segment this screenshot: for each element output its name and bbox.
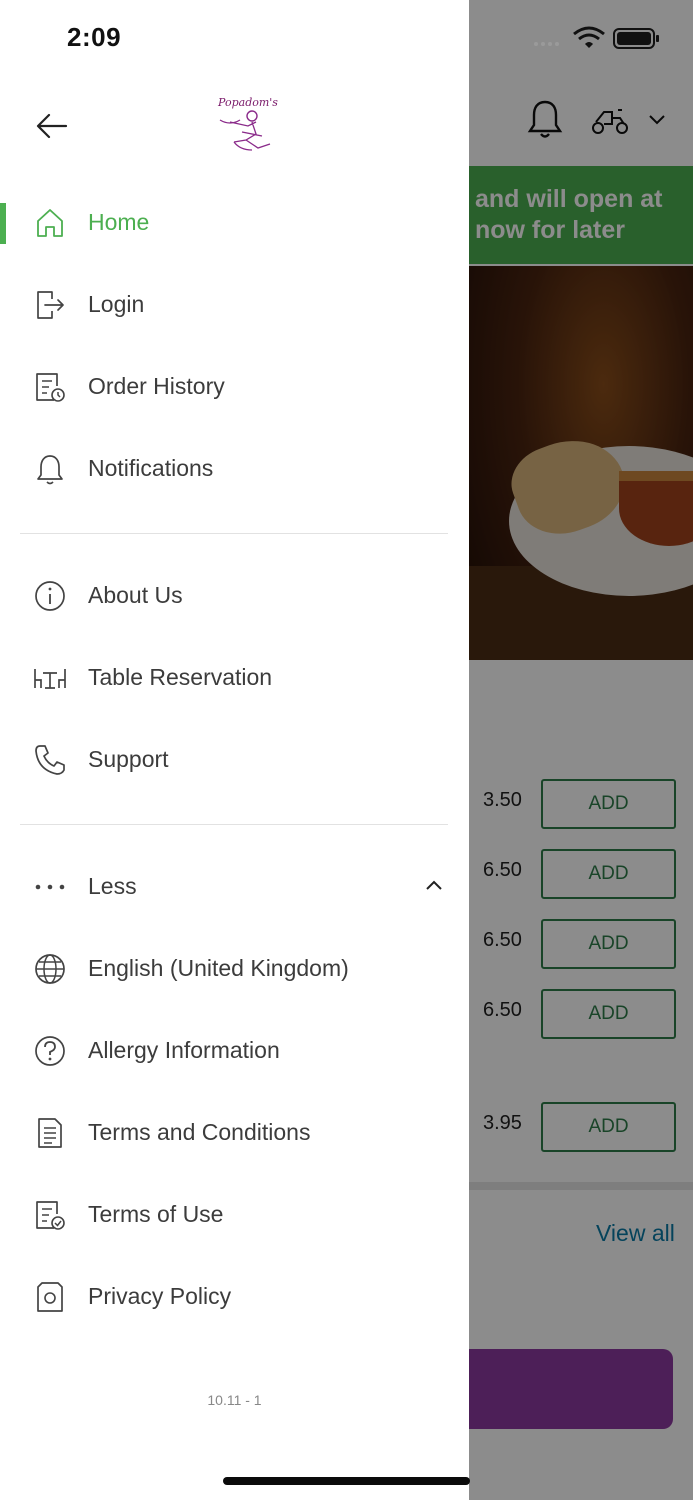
nav-item-privacy-policy[interactable]: Privacy Policy	[0, 1266, 469, 1326]
bell-icon	[37, 455, 63, 485]
nav-item-login[interactable]: Login	[0, 274, 469, 334]
nav-item-notifications[interactable]: Notifications	[0, 438, 469, 498]
wifi-icon	[573, 26, 605, 48]
nav-item-label: Terms and Conditions	[88, 1119, 311, 1145]
section-divider	[20, 824, 448, 825]
battery-icon	[613, 28, 659, 49]
nav-item-language[interactable]: English (United Kingdom)	[0, 938, 469, 998]
nav-item-label: Home	[88, 209, 150, 235]
section-divider	[20, 533, 448, 534]
nav-item-label: English (United Kingdom)	[88, 955, 349, 981]
document-check-icon	[36, 1201, 65, 1230]
nav-item-label: Login	[88, 291, 145, 317]
login-icon	[37, 291, 64, 319]
restaurant-logo: Popadom's	[217, 96, 278, 151]
info-icon	[35, 581, 65, 611]
home-icon	[37, 209, 63, 237]
signal-icon	[534, 42, 559, 46]
status-icons	[534, 26, 659, 49]
phone-icon	[35, 745, 65, 775]
question-icon	[35, 1036, 65, 1066]
app-version: 10.11 - 1	[207, 1392, 262, 1408]
home-indicator	[223, 1477, 470, 1485]
order-history-icon	[36, 373, 65, 402]
nav-item-label: Notifications	[88, 455, 214, 481]
navigation-drawer: Popadom's Home Login Order History Notif…	[0, 0, 469, 1500]
less-label: Less	[88, 873, 137, 899]
nav-item-about-us[interactable]: About Us	[0, 565, 469, 625]
nav-item-allergy-information[interactable]: Allergy Information	[0, 1020, 469, 1080]
globe-icon	[35, 954, 65, 984]
nav-item-label: Table Reservation	[88, 664, 273, 690]
nav-item-label: Allergy Information	[88, 1037, 280, 1063]
nav-item-order-history[interactable]: Order History	[0, 356, 469, 416]
table-icon	[34, 669, 66, 689]
nav-item-label: Terms of Use	[88, 1201, 224, 1227]
nav-item-support[interactable]: Support	[0, 729, 469, 789]
more-dots-icon	[35, 884, 65, 890]
back-arrow-icon[interactable]	[34, 108, 70, 144]
nav-item-home[interactable]: Home	[0, 192, 469, 252]
svg-text:Popadom's: Popadom's	[217, 96, 278, 109]
nav-item-label: Order History	[88, 373, 225, 399]
nav-item-terms-of-use[interactable]: Terms of Use	[0, 1184, 469, 1244]
privacy-icon	[37, 1282, 63, 1312]
nav-item-less-toggle[interactable]: Less	[0, 856, 469, 916]
nav-item-terms-and-conditions[interactable]: Terms and Conditions	[0, 1102, 469, 1162]
nav-item-label: About Us	[88, 582, 183, 608]
document-icon	[38, 1118, 62, 1148]
nav-item-label: Support	[88, 746, 169, 772]
status-time: 2:09	[67, 22, 122, 52]
chevron-up-icon	[426, 880, 442, 890]
nav-item-table-reservation[interactable]: Table Reservation	[0, 647, 469, 707]
nav-item-label: Privacy Policy	[88, 1283, 232, 1309]
